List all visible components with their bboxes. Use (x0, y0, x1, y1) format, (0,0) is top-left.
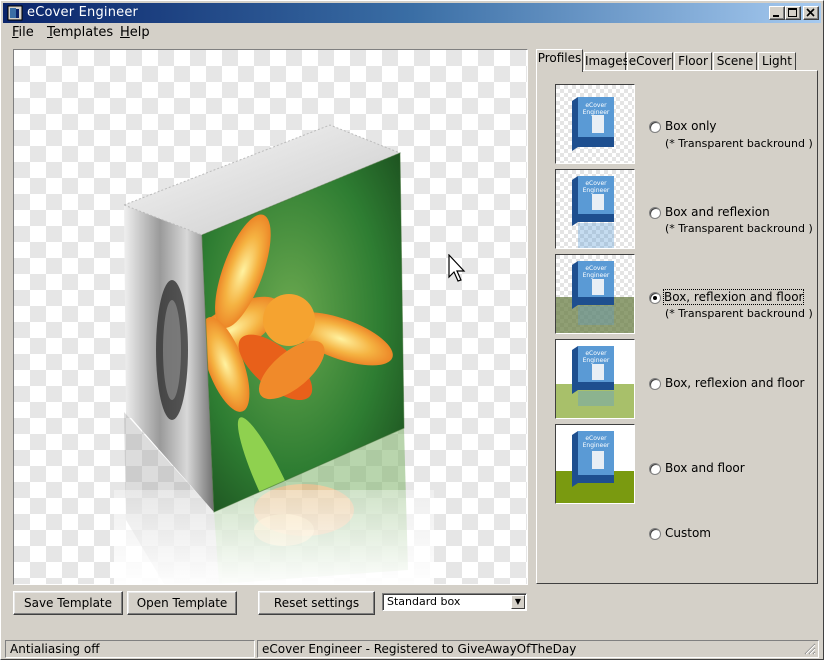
profile-thumb-box-reflexion[interactable]: eCover Engineer (555, 169, 635, 249)
tab-scene[interactable]: Scene (713, 52, 757, 71)
thumb-subtitle-4: Engineer (583, 357, 610, 364)
ecover-box-render (114, 124, 434, 584)
tab-ecover[interactable]: eCover (627, 52, 673, 71)
radio-selected-dot (653, 296, 657, 300)
profile-sub-box-only: (* Transparent backround ) (665, 137, 813, 150)
save-template-button[interactable]: Save Template (13, 591, 123, 615)
profile-preview-image: eCover Engineer (556, 170, 634, 248)
profile-radio-box-floor[interactable] (649, 463, 661, 475)
profile-label-box-floor[interactable]: Box and floor (665, 461, 745, 475)
window-title: eCover Engineer (27, 5, 139, 20)
profile-preview-image: eCover Engineer (556, 340, 634, 418)
tab-profiles[interactable]: Profiles (536, 49, 583, 72)
profile-label-custom[interactable]: Custom (665, 526, 711, 540)
status-antialiasing: Antialiasing off (5, 640, 255, 658)
profile-sub-box-reflexion-floor-transparent: (* Transparent backround ) (665, 307, 813, 320)
menu-help[interactable]: Help (120, 25, 150, 40)
profile-label-box-reflexion-floor-transparent[interactable]: Box, reflexion and floor (662, 289, 805, 305)
profile-preview-image: eCover Engineer (556, 255, 634, 333)
profile-label-box-only[interactable]: Box only (665, 119, 717, 133)
menu-templates[interactable]: Templates (47, 25, 113, 40)
chevron-down-icon[interactable]: ▼ (511, 595, 525, 609)
profile-radio-custom[interactable] (649, 528, 661, 540)
thumb-subtitle-1: Engineer (583, 109, 610, 116)
thumb-title-2: eCover (585, 180, 607, 187)
maximize-button[interactable] (785, 6, 801, 20)
tab-images[interactable]: Images (584, 52, 629, 71)
status-registration: eCover Engineer - Registered to GiveAway… (257, 640, 819, 658)
menu-help-label: elp (129, 25, 150, 40)
preview-canvas[interactable] (13, 49, 528, 585)
open-template-button[interactable]: Open Template (127, 591, 237, 615)
profile-preview-image: eCover Engineer (556, 425, 634, 503)
tab-light[interactable]: Light (758, 52, 796, 71)
minimize-icon (773, 15, 779, 17)
profile-label-box-reflexion[interactable]: Box and reflexion (665, 205, 770, 219)
profile-radio-box-reflexion[interactable] (649, 207, 661, 219)
profile-thumb-box-reflexion-floor-transparent[interactable]: eCover Engineer (555, 254, 635, 334)
thumb-title-5: eCover (585, 435, 607, 442)
thumb-subtitle-3: Engineer (583, 272, 610, 279)
box-type-value: Standard box (387, 595, 461, 608)
profile-label-box-reflexion-floor[interactable]: Box, reflexion and floor (665, 376, 804, 390)
close-button[interactable] (803, 6, 819, 20)
app-icon (7, 5, 23, 21)
menu-help-accel: H (120, 25, 130, 40)
thumb-subtitle-2: Engineer (583, 187, 610, 194)
menu-bar: File Templates Help (3, 23, 821, 43)
status-registration-text: eCover Engineer - Registered to GiveAway… (262, 642, 577, 656)
menu-file-label: ile (18, 25, 34, 40)
close-icon (806, 8, 815, 17)
mouse-cursor-icon (448, 254, 466, 282)
profile-thumb-box-floor[interactable]: eCover Engineer (555, 424, 635, 504)
menu-file[interactable]: File (12, 25, 34, 40)
menu-templates-label: emplates (52, 25, 114, 40)
tab-floor[interactable]: Floor (674, 52, 712, 71)
profiles-panel: eCover Engineer Box only (* Transparent … (536, 70, 818, 584)
box-type-select[interactable]: Standard box ▼ (382, 593, 527, 611)
title-bar[interactable]: eCover Engineer (3, 3, 821, 23)
maximize-icon (788, 8, 797, 17)
settings-tabs: Profiles Images eCover Floor Scene Light (536, 49, 818, 72)
profile-preview-image: eCover Engineer (556, 85, 634, 163)
thumb-title-4: eCover (585, 350, 607, 357)
thumb-title-3: eCover (585, 265, 607, 272)
profile-thumb-box-reflexion-floor[interactable]: eCover Engineer (555, 339, 635, 419)
profile-radio-box-reflexion-floor-transparent[interactable] (649, 292, 661, 304)
profile-thumb-box-only[interactable]: eCover Engineer (555, 84, 635, 164)
thumb-title-1: eCover (585, 102, 607, 109)
reset-settings-button[interactable]: Reset settings (258, 591, 375, 615)
thumb-subtitle-5: Engineer (583, 442, 610, 449)
profile-sub-box-reflexion: (* Transparent backround ) (665, 222, 813, 235)
profile-radio-box-reflexion-floor[interactable] (649, 378, 661, 390)
profile-radio-box-only[interactable] (649, 121, 661, 133)
resize-grip-icon[interactable] (802, 641, 816, 655)
app-window: eCover Engineer File Templates Help Save… (0, 0, 824, 660)
minimize-button[interactable] (769, 6, 785, 20)
